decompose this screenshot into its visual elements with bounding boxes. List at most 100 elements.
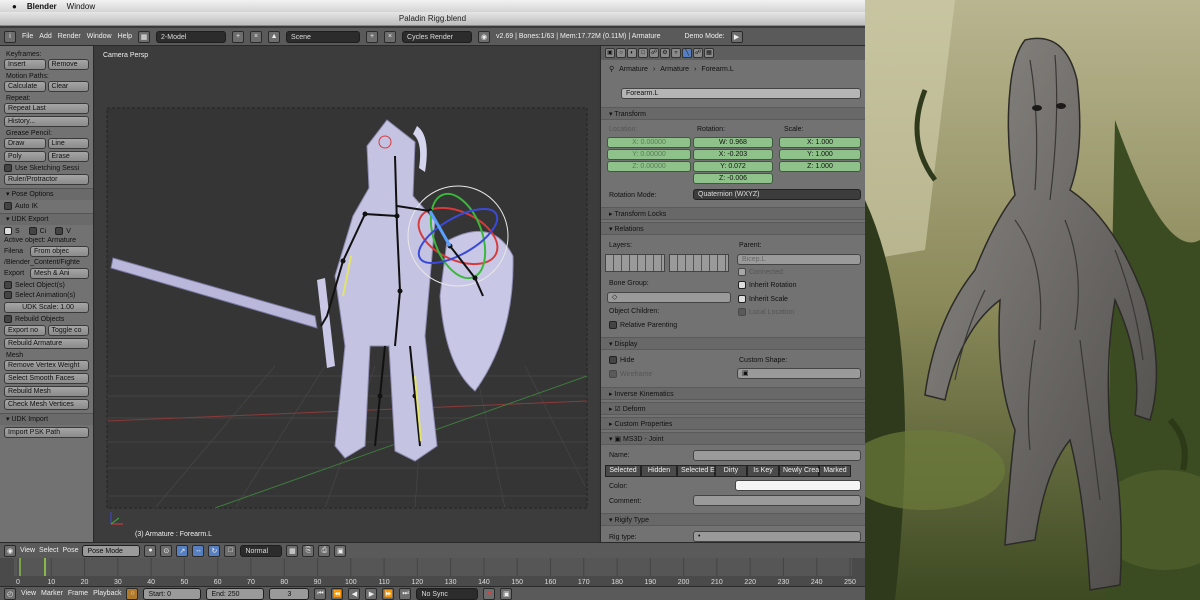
- line-button[interactable]: Line: [48, 138, 90, 149]
- render-preview-icon[interactable]: ▣: [334, 545, 346, 557]
- mode-select[interactable]: Pose Mode: [82, 545, 140, 557]
- sketching-checkbox[interactable]: [4, 164, 12, 172]
- manipulator-icon[interactable]: ↗: [176, 545, 188, 557]
- add-layout-icon[interactable]: +: [232, 31, 244, 43]
- rotate-icon[interactable]: ↻: [208, 545, 220, 557]
- clear-button[interactable]: Clear: [48, 81, 90, 92]
- custom-properties-panel[interactable]: ▸ Custom Properties: [601, 417, 865, 430]
- ms3d-newly-created-button[interactable]: Newly Crea: [779, 465, 819, 477]
- paste-pose-icon[interactable]: ⎙: [318, 545, 330, 557]
- repeat-last-button[interactable]: Repeat Last: [4, 103, 89, 114]
- timeline[interactable]: 0102030405060708090100110120130140150160…: [0, 558, 865, 586]
- crumb-bone[interactable]: Forearm.L: [701, 66, 733, 73]
- layers-grid-a[interactable]: [605, 254, 665, 272]
- crumb-armature-object[interactable]: Armature: [619, 66, 648, 73]
- ci-checkbox[interactable]: [29, 227, 37, 235]
- custom-shape-field[interactable]: ▣: [737, 368, 861, 379]
- end-frame-field[interactable]: End: 250: [206, 588, 264, 600]
- rigify-type-panel[interactable]: ▾ Rigify Type: [601, 513, 865, 526]
- local-location-checkbox[interactable]: [738, 308, 746, 316]
- rotation-y-field[interactable]: Y: 0.072: [693, 161, 773, 172]
- apple-icon[interactable]: ●: [12, 2, 17, 11]
- location-z-field[interactable]: Z: 0.00000: [607, 161, 691, 172]
- play-icon[interactable]: ▶: [365, 588, 377, 600]
- rebuild-armature-button[interactable]: Rebuild Armature: [4, 338, 89, 349]
- scene-tab-icon[interactable]: ○: [616, 48, 626, 58]
- import-psk-button[interactable]: Import PSK Path: [4, 427, 89, 438]
- prev-key-icon[interactable]: ⏪: [331, 588, 343, 600]
- display-panel[interactable]: ▾ Display: [601, 337, 865, 350]
- ms3d-selected-ex-button[interactable]: Selected Ex: [677, 465, 715, 477]
- pin-icon[interactable]: ⚲: [609, 65, 614, 73]
- world-tab-icon[interactable]: ◐: [627, 48, 637, 58]
- play-demo-icon[interactable]: ▶: [731, 31, 743, 43]
- ms3d-selected-button[interactable]: Selected: [605, 465, 641, 477]
- bone-constraints-tab-icon[interactable]: ☍: [693, 48, 703, 58]
- bone-tab-icon[interactable]: ╲: [682, 48, 692, 58]
- filename-select[interactable]: From objec: [30, 246, 89, 257]
- ms3d-joint-panel[interactable]: ▾ ▣ MS3D - Joint: [601, 432, 865, 445]
- jump-start-icon[interactable]: ⏮: [314, 588, 326, 600]
- timeline-menu-frame[interactable]: Frame: [68, 590, 88, 597]
- scale-x-field[interactable]: X: 1.000: [779, 137, 861, 148]
- ms3d-marked-button[interactable]: Marked: [819, 465, 851, 477]
- relations-panel[interactable]: ▾ Relations: [601, 222, 865, 235]
- 3d-view-editor-icon[interactable]: ◉: [4, 545, 16, 557]
- comment-field[interactable]: [693, 495, 861, 506]
- layout-select[interactable]: 2-Model: [156, 31, 226, 43]
- transform-locks-panel[interactable]: ▸ Transform Locks: [601, 207, 865, 220]
- ms3d-dirty-button[interactable]: Dirty: [715, 465, 747, 477]
- udk-export-panel[interactable]: ▾ UDK Export: [0, 213, 93, 225]
- parent-field[interactable]: Bicep.L: [737, 254, 861, 265]
- layout-grid-icon[interactable]: ▦: [138, 31, 150, 43]
- constraints-tab-icon[interactable]: ☍: [649, 48, 659, 58]
- scale-z-field[interactable]: Z: 1.000: [779, 161, 861, 172]
- location-x-field[interactable]: X: 0.00000: [607, 137, 691, 148]
- auto-key-icon[interactable]: ●: [483, 588, 495, 600]
- remove-vertex-weight-button[interactable]: Remove Vertex Weight: [4, 360, 89, 371]
- inherit-scale-checkbox[interactable]: [738, 295, 746, 303]
- deform-panel[interactable]: ▸ ☑ Deform: [601, 402, 865, 415]
- bone-group-field[interactable]: ◇: [607, 292, 731, 303]
- menu-pose[interactable]: Pose: [63, 547, 79, 554]
- udk-import-panel[interactable]: ▾ UDK Import: [0, 413, 93, 425]
- select-objects-checkbox[interactable]: [4, 281, 12, 289]
- scale-y-field[interactable]: Y: 1.000: [779, 149, 861, 160]
- insert-keyframe-button[interactable]: Insert: [4, 59, 46, 70]
- calculate-button[interactable]: Calculate: [4, 81, 46, 92]
- render-tab-icon[interactable]: ▣: [605, 48, 615, 58]
- modifiers-tab-icon[interactable]: ⚙: [660, 48, 670, 58]
- record-icon[interactable]: ○: [126, 588, 138, 600]
- select-animations-checkbox[interactable]: [4, 291, 12, 299]
- s-checkbox[interactable]: [4, 227, 12, 235]
- menu-file[interactable]: File: [22, 33, 33, 40]
- crumb-armature-data[interactable]: Armature: [660, 66, 689, 73]
- pose-options-panel[interactable]: ▾ Pose Options: [0, 188, 93, 200]
- check-mesh-vertices-button[interactable]: Check Mesh Vertices: [4, 399, 89, 410]
- ms3d-name-field[interactable]: [693, 450, 861, 461]
- add-scene-icon[interactable]: +: [366, 31, 378, 43]
- poly-button[interactable]: Poly: [4, 151, 46, 162]
- window-menu[interactable]: Window: [67, 2, 95, 11]
- inverse-kinematics-panel[interactable]: ▸ Inverse Kinematics: [601, 387, 865, 400]
- erase-button[interactable]: Erase: [48, 151, 90, 162]
- auto-ik-checkbox[interactable]: [4, 202, 12, 210]
- color-swatch[interactable]: [735, 480, 861, 491]
- export-path[interactable]: /Blender_Content/Fighte: [4, 259, 89, 266]
- next-key-icon[interactable]: ⏩: [382, 588, 394, 600]
- render-engine-select[interactable]: Cycles Render: [402, 31, 472, 43]
- rotation-x-field[interactable]: X: -0.203: [693, 149, 773, 160]
- menu-view[interactable]: View: [20, 547, 35, 554]
- export-no-button[interactable]: Export no: [4, 325, 46, 336]
- ruler-button[interactable]: Ruler/Protractor: [4, 174, 89, 185]
- scene-select[interactable]: Scene: [286, 31, 360, 43]
- draw-button[interactable]: Draw: [4, 138, 46, 149]
- scene-icon[interactable]: ▲: [268, 31, 280, 43]
- remove-layout-icon[interactable]: ×: [250, 31, 262, 43]
- menu-render[interactable]: Render: [58, 33, 81, 40]
- rotation-z-field[interactable]: Z: -0.006: [693, 173, 773, 184]
- timeline-menu-marker[interactable]: Marker: [41, 590, 63, 597]
- timeline-editor-icon[interactable]: ◴: [4, 588, 16, 600]
- select-smooth-faces-button[interactable]: Select Smooth Faces: [4, 373, 89, 384]
- orientation-select[interactable]: Normal: [240, 545, 282, 557]
